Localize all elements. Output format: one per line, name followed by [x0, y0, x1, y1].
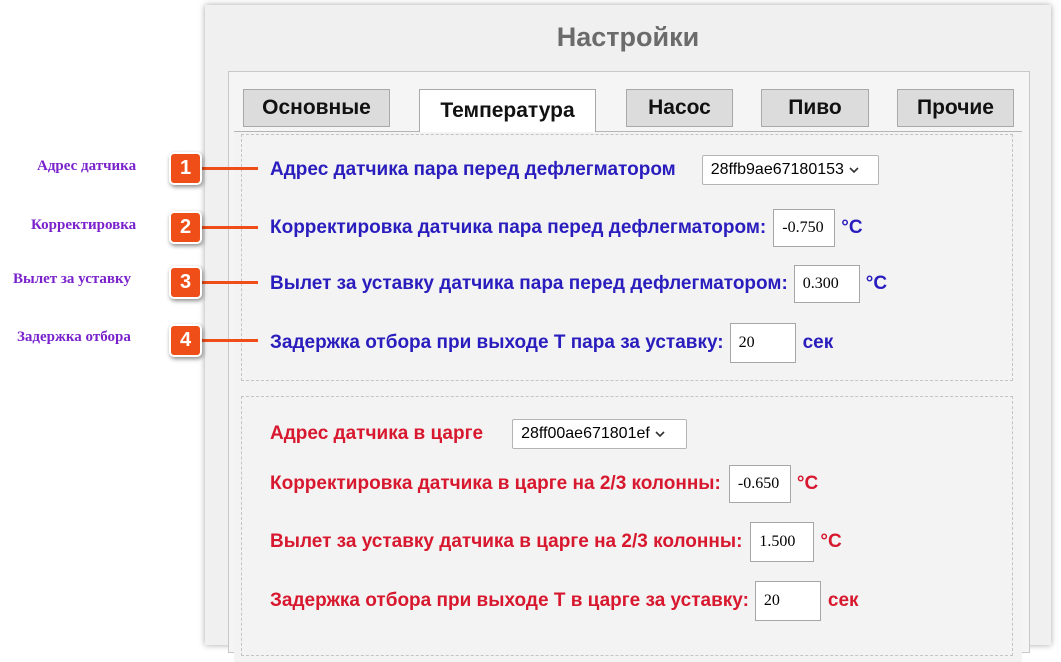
tab-main[interactable]: Основные — [243, 89, 390, 127]
column-overshoot-label: Вылет за уставку датчика в царге на 2/3 … — [270, 531, 743, 552]
column-correction-unit: °C — [796, 473, 819, 494]
steam-overshoot-input[interactable] — [793, 265, 860, 303]
steam-delay-row: Задержка отбора при выходе Т пара за уст… — [270, 323, 833, 363]
steam-address-select[interactable]: 28ffb9ae67180153 — [701, 155, 879, 185]
steam-overshoot-unit: °C — [865, 273, 888, 294]
annotation-badge-1: 1 — [169, 152, 202, 185]
column-delay-input[interactable] — [754, 581, 821, 621]
annotation-connector-1 — [200, 167, 258, 170]
column-correction-input[interactable] — [728, 465, 791, 503]
annotation-label-delay: Задержка отбора — [17, 329, 131, 345]
tab-beer[interactable]: Пиво — [761, 89, 869, 127]
annotation-connector-2 — [200, 226, 258, 229]
steam-correction-input[interactable] — [773, 209, 836, 247]
column-overshoot-unit: °C — [820, 531, 842, 552]
steam-overshoot-row: Вылет за уставку датчика пара перед дефл… — [270, 265, 887, 303]
annotation-badge-2: 2 — [169, 211, 202, 244]
chevron-down-icon — [655, 431, 665, 438]
tab-other[interactable]: Прочие — [897, 89, 1014, 127]
column-delay-label: Задержка отбора при выходе Т в царге за … — [270, 590, 749, 611]
tabs-container: Основные Температура Насос Пиво Прочие А… — [228, 71, 1030, 662]
column-sensor-group: Адрес датчика в царге 28ff00ae671801ef К… — [241, 396, 1013, 656]
column-overshoot-input[interactable] — [750, 522, 815, 562]
steam-correction-label: Корректировка датчика пара перед дефлегм… — [270, 217, 767, 238]
annotation-connector-4 — [200, 339, 258, 342]
page-title: Настройки — [556, 22, 700, 52]
steam-overshoot-label: Вылет за уставку датчика пара перед дефл… — [270, 273, 788, 294]
column-overshoot-row: Вылет за уставку датчика в царге на 2/3 … — [270, 522, 842, 562]
steam-delay-input[interactable] — [729, 323, 796, 363]
annotation-badge-3: 3 — [169, 266, 202, 299]
annotation-connector-3 — [200, 281, 258, 284]
steam-sensor-group: Адрес датчика пара перед дефлегматором 2… — [241, 134, 1013, 381]
annotation-badge-4: 4 — [169, 324, 202, 357]
column-address-select[interactable]: 28ff00ae671801ef — [512, 419, 688, 449]
column-address-value: 28ff00ae671801ef — [521, 425, 650, 442]
steam-correction-unit: °C — [841, 217, 863, 238]
settings-panel: Настройки Основные Температура Насос Пив… — [205, 5, 1051, 662]
tab-temperature[interactable]: Температура — [419, 89, 596, 132]
annotation-label-address: Адрес датчика — [37, 158, 137, 174]
chevron-down-icon — [849, 167, 859, 174]
steam-delay-unit: сек — [802, 332, 834, 353]
steam-address-value: 28ffb9ae67180153 — [710, 161, 844, 178]
column-address-row: Адрес датчика в царге 28ff00ae671801ef — [270, 419, 688, 449]
annotation-label-overshoot: Вылет за уставку — [13, 271, 131, 287]
temperature-tab-content: Адрес датчика пара перед дефлегматором 2… — [234, 131, 1022, 662]
annotation-label-correction: Корректировка — [31, 217, 137, 233]
steam-correction-row: Корректировка датчика пара перед дефлегм… — [270, 209, 863, 247]
steam-address-row: Адрес датчика пара перед дефлегматором 2… — [270, 155, 879, 185]
column-delay-unit: сек — [827, 590, 859, 611]
column-correction-row: Корректировка датчика в царге на 2/3 кол… — [270, 465, 818, 503]
column-address-label: Адрес датчика в царге — [270, 423, 484, 444]
tab-pump[interactable]: Насос — [626, 89, 733, 127]
steam-address-label: Адрес датчика пара перед дефлегматором — [270, 159, 676, 180]
steam-delay-label: Задержка отбора при выходе Т пара за уст… — [270, 332, 724, 353]
column-correction-label: Корректировка датчика в царге на 2/3 кол… — [270, 473, 721, 494]
column-delay-row: Задержка отбора при выходе Т в царге за … — [270, 581, 859, 621]
